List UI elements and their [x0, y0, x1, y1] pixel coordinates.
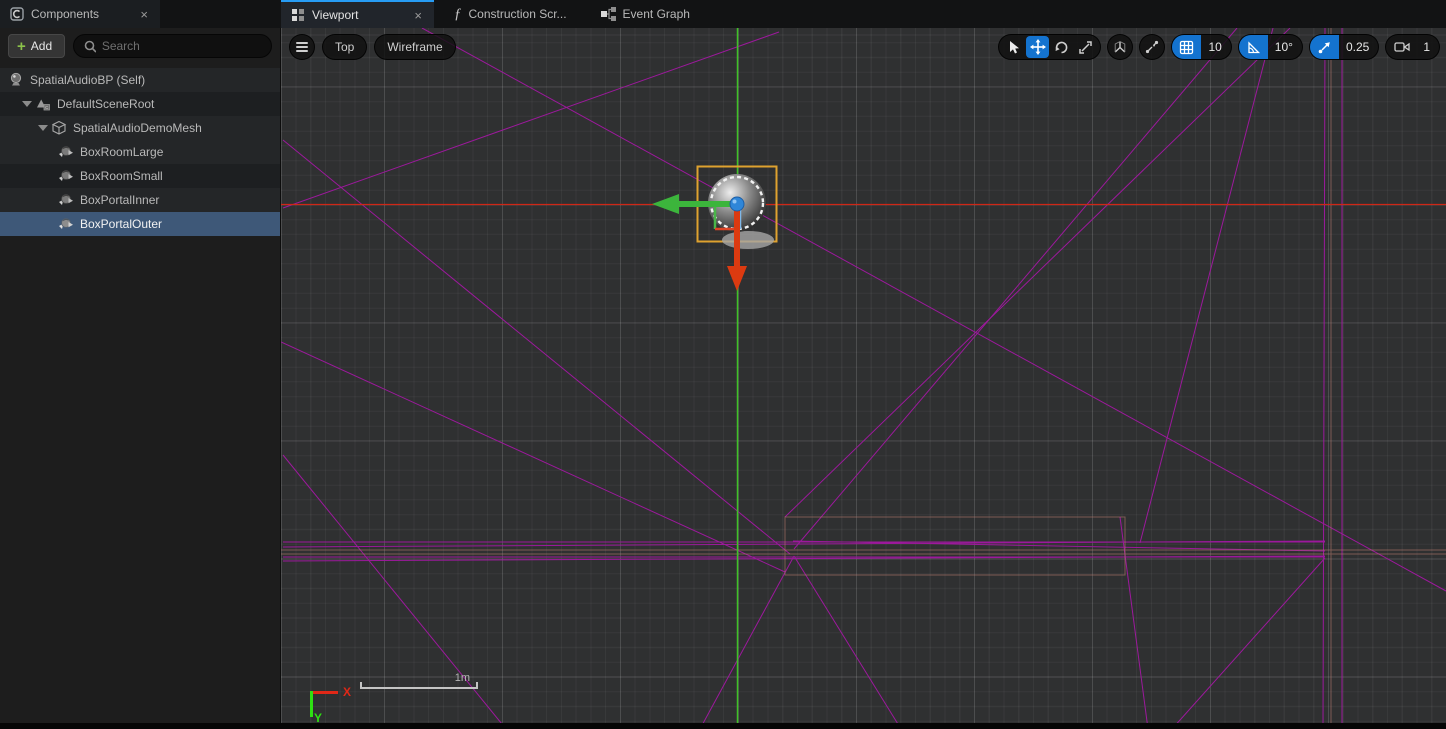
tab-components[interactable]: Components ×	[0, 0, 160, 28]
audio-geometry-icon	[58, 192, 74, 208]
camera-icon	[1394, 40, 1411, 54]
components-tree: SpatialAudioBP (Self) C DefaultSceneRoot…	[0, 68, 280, 236]
tab-components-close-icon[interactable]: ×	[138, 7, 150, 22]
snap-settings-icon	[1144, 39, 1160, 55]
tree-item-label: SpatialAudioBP (Self)	[30, 73, 145, 87]
wireframe-overlay	[281, 28, 1446, 729]
world-gizmo-icon	[1112, 39, 1128, 55]
grid-snap-value[interactable]: 10	[1201, 40, 1230, 54]
tab-construction-script[interactable]: ƒ Construction Scr...	[444, 0, 577, 28]
tab-viewport[interactable]: Viewport ×	[281, 0, 434, 28]
rotation-snap-control[interactable]: 10°	[1238, 34, 1303, 60]
add-component-button[interactable]: + Add	[8, 34, 65, 58]
viewport-controls-right: 10 10° 0.25 1	[998, 34, 1440, 60]
angle-icon	[1246, 40, 1261, 55]
expander-arrow-icon[interactable]	[22, 99, 32, 109]
scale-bar-label: 1m	[455, 672, 470, 684]
tree-row-boxportalinner[interactable]: BoxPortalInner	[0, 188, 280, 212]
rotate-icon	[1054, 40, 1069, 55]
scale-tool-button[interactable]	[1074, 36, 1097, 58]
actor-self-icon	[8, 72, 24, 88]
hamburger-menu-icon	[296, 40, 308, 55]
static-mesh-icon	[51, 120, 67, 136]
tree-row-spatialaudiobp[interactable]: SpatialAudioBP (Self)	[0, 68, 280, 92]
axis-x-line	[310, 691, 338, 694]
rotate-tool-button[interactable]	[1050, 36, 1073, 58]
tree-row-spatialaudiodemomesh[interactable]: SpatialAudioDemoMesh	[0, 116, 280, 140]
tree-row-defaultsceneroot[interactable]: C DefaultSceneRoot	[0, 92, 280, 116]
billboard-shadow	[722, 231, 774, 249]
rotation-snap-toggle[interactable]	[1239, 34, 1268, 60]
scene-root-icon: C	[35, 96, 51, 112]
tab-event-graph-label: Event Graph	[623, 7, 690, 21]
scale-snap-icon	[1317, 40, 1332, 55]
tab-event-graph[interactable]: Event Graph	[591, 0, 700, 28]
viewport-controls-left: Top Wireframe	[289, 34, 456, 60]
wireframe-magenta-lines	[281, 28, 1446, 729]
tab-components-label: Components	[31, 7, 99, 21]
audio-geometry-icon	[58, 144, 74, 160]
cursor-icon	[1007, 40, 1021, 55]
tree-row-boxroomsmall[interactable]: BoxRoomSmall	[0, 164, 280, 188]
camera-speed-value[interactable]: 1	[1416, 40, 1439, 54]
tree-item-label: SpatialAudioDemoMesh	[73, 121, 202, 135]
tree-item-label: BoxPortalInner	[80, 193, 159, 207]
tab-viewport-close-icon[interactable]: ×	[412, 8, 424, 23]
transform-tool-group	[998, 34, 1101, 60]
components-panel: + Add SpatialAudioBP (Self) C DefaultSce…	[0, 28, 281, 729]
axis-x-label: X	[343, 685, 351, 699]
tab-viewport-label: Viewport	[312, 8, 358, 22]
render-mode-button[interactable]: Wireframe	[374, 34, 455, 60]
rotation-snap-value[interactable]: 10°	[1268, 40, 1302, 54]
scale-snap-control[interactable]: 0.25	[1309, 34, 1379, 60]
scale-snap-toggle[interactable]	[1310, 34, 1339, 60]
scale-snap-value[interactable]: 0.25	[1339, 40, 1378, 54]
tree-item-label: BoxRoomLarge	[80, 145, 163, 159]
move-tool-button[interactable]	[1026, 36, 1049, 58]
scale-icon	[1078, 40, 1093, 55]
selection-gizmo	[652, 167, 777, 292]
search-icon	[84, 40, 96, 53]
render-mode-label: Wireframe	[387, 40, 442, 54]
expander-arrow-icon[interactable]	[38, 123, 48, 133]
viewport-options-button[interactable]	[289, 34, 315, 60]
tab-construction-label: Construction Scr...	[469, 7, 567, 21]
move-icon	[1030, 39, 1046, 55]
gizmo-origin-highlight	[733, 200, 737, 204]
plus-icon: +	[17, 39, 26, 54]
components-toolbar: + Add	[0, 28, 280, 64]
surface-snapping-button[interactable]	[1139, 34, 1165, 60]
audio-geometry-icon	[58, 216, 74, 232]
tree-row-boxroomlarge[interactable]: BoxRoomLarge	[0, 140, 280, 164]
grid-icon	[1179, 40, 1194, 55]
audio-geometry-icon	[58, 168, 74, 184]
tree-item-label: BoxPortalOuter	[80, 217, 162, 231]
view-mode-button[interactable]: Top	[322, 34, 367, 60]
scale-bar-line	[360, 687, 478, 689]
axis-y-line	[310, 691, 313, 717]
tree-item-label: BoxRoomSmall	[80, 169, 163, 183]
tree-item-label: DefaultSceneRoot	[57, 97, 154, 111]
add-button-label: Add	[31, 39, 52, 53]
function-icon: ƒ	[454, 6, 462, 23]
viewport-icon	[291, 8, 305, 22]
gizmo-origin-handle[interactable]	[730, 197, 744, 211]
camera-speed-control[interactable]: 1	[1385, 34, 1440, 60]
tree-row-boxportalouter[interactable]: BoxPortalOuter	[0, 212, 280, 236]
viewport-canvas[interactable]: Top Wireframe	[281, 28, 1446, 729]
grid-snap-control[interactable]: 10	[1171, 34, 1231, 60]
components-icon	[10, 7, 24, 21]
scale-bar-tick	[476, 682, 478, 689]
search-input[interactable]	[102, 39, 261, 53]
component-search-box	[73, 34, 272, 58]
coordinate-space-button[interactable]	[1107, 34, 1133, 60]
event-graph-icon	[601, 7, 616, 21]
components-tab-zone: Components ×	[0, 0, 281, 28]
view-mode-label: Top	[335, 40, 354, 54]
wireframe-salmon-lines	[281, 28, 1446, 729]
window-bottom-edge	[0, 723, 1446, 729]
grid-snap-toggle[interactable]	[1172, 34, 1201, 60]
tab-bar: Components × Viewport × ƒ Construction S…	[0, 0, 1446, 28]
select-tool-button[interactable]	[1002, 36, 1025, 58]
